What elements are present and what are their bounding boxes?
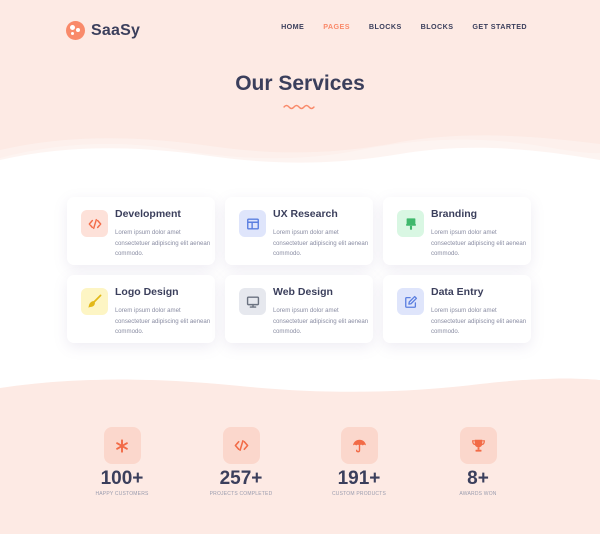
- service-description: Lorem ipsum dolor amet consectetuer adip…: [115, 307, 211, 335]
- nav-item-blocks[interactable]: BLOCKS: [369, 22, 402, 31]
- service-card-web-design[interactable]: Web Design Lorem ipsum dolor amet consec…: [225, 275, 373, 343]
- code-icon: [88, 218, 101, 229]
- stat-icon-bg: [103, 427, 141, 464]
- service-title: UX Research: [273, 208, 338, 220]
- service-icon-bg: [397, 210, 424, 237]
- umbrella-icon: [352, 439, 366, 453]
- title-underline-squiggle: [283, 104, 315, 110]
- layout-icon: [246, 217, 259, 230]
- trophy-icon: [471, 439, 485, 452]
- service-card-development[interactable]: Development Lorem ipsum dolor amet conse…: [67, 197, 215, 265]
- stat-label: CUSTOM PRODUCTS: [331, 491, 387, 497]
- brand-name: SaaSy: [91, 21, 141, 39]
- stat-label: HAPPY CUSTOMERS: [95, 491, 149, 497]
- page-title: Our Services: [235, 72, 365, 95]
- service-description: Lorem ipsum dolor amet consectetuer adip…: [431, 307, 527, 335]
- service-description: Lorem ipsum dolor amet consectetuer adip…: [115, 229, 211, 257]
- service-description: Lorem ipsum dolor amet consectetuer adip…: [431, 229, 527, 257]
- nav-item-pages[interactable]: PAGES: [323, 22, 350, 31]
- stat-custom-products: 191+ CUSTOM PRODUCTS: [299, 427, 419, 497]
- asterisk-icon: [116, 438, 128, 453]
- stat-value: 100+: [100, 468, 144, 489]
- service-title: Data Entry: [431, 286, 484, 298]
- code-icon: [234, 440, 248, 451]
- nav-item-home[interactable]: HOME: [281, 22, 304, 31]
- stat-value: 257+: [219, 468, 263, 489]
- service-title: Logo Design: [115, 286, 179, 298]
- edit-icon: [404, 295, 417, 308]
- service-icon-bg: [81, 210, 108, 237]
- service-card-branding[interactable]: Branding Lorem ipsum dolor amet consecte…: [383, 197, 531, 265]
- service-title: Web Design: [273, 286, 333, 298]
- stat-value: 191+: [337, 468, 381, 489]
- stat-happy-customers: 100+ HAPPY CUSTOMERS: [62, 427, 182, 497]
- monitor-icon: [246, 295, 259, 308]
- service-description: Lorem ipsum dolor amet consectetuer adip…: [273, 307, 369, 335]
- main-nav: HOME PAGES BLOCKS BLOCKS GET STARTED: [262, 22, 527, 31]
- service-description: Lorem ipsum dolor amet consectetuer adip…: [273, 229, 369, 257]
- service-icon-bg: [81, 288, 108, 315]
- hero-wave-divider: [0, 135, 600, 180]
- stat-icon-bg: [340, 427, 378, 464]
- stat-awards-won: 8+ AWARDS WON: [418, 427, 538, 497]
- stat-icon-bg: [459, 427, 497, 464]
- stat-label: PROJECTS COMPLETED: [209, 491, 273, 497]
- service-icon-bg: [239, 210, 266, 237]
- stat-label: AWARDS WON: [459, 491, 497, 497]
- stat-value: 8+: [467, 468, 489, 489]
- nav-item-get-started[interactable]: GET STARTED: [472, 22, 527, 31]
- nav-item-blocks-2[interactable]: BLOCKS: [421, 22, 454, 31]
- service-title: Development: [115, 208, 181, 220]
- service-icon-bg: [239, 288, 266, 315]
- logo-icon: [66, 21, 85, 40]
- brush-stamp-icon: [405, 217, 416, 230]
- brand-logo[interactable]: SaaSy: [66, 21, 140, 40]
- service-card-ux-research[interactable]: UX Research Lorem ipsum dolor amet conse…: [225, 197, 373, 265]
- service-card-logo-design[interactable]: Logo Design Lorem ipsum dolor amet conse…: [67, 275, 215, 343]
- paint-brush-icon: [88, 294, 102, 308]
- service-title: Branding: [431, 208, 478, 220]
- stat-icon-bg: [222, 427, 260, 464]
- service-icon-bg: [397, 288, 424, 315]
- service-card-data-entry[interactable]: Data Entry Lorem ipsum dolor amet consec…: [383, 275, 531, 343]
- stat-projects-completed: 257+ PROJECTS COMPLETED: [181, 427, 301, 497]
- stats-wave-divider: [0, 372, 600, 412]
